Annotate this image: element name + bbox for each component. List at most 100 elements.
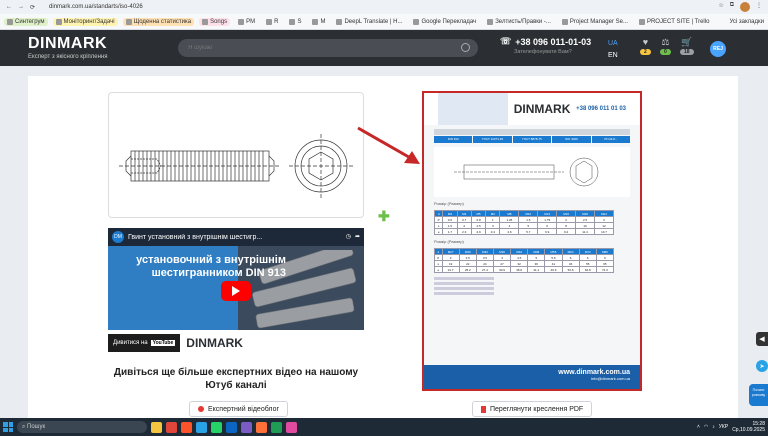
- bookmark-item[interactable]: PM: [235, 18, 258, 26]
- viber-icon[interactable]: [241, 421, 252, 433]
- side-widget-button[interactable]: ◀: [756, 332, 768, 346]
- search-icon[interactable]: [461, 43, 470, 52]
- windows-start-icon[interactable]: [3, 422, 13, 432]
- watch-on-youtube-button[interactable]: Дивитися на YouTube: [108, 334, 181, 352]
- profile-avatar[interactable]: [740, 2, 750, 12]
- bookmark-item[interactable]: Зелтисть/Правки -...: [484, 18, 554, 26]
- site-logo[interactable]: DINMARK Експерт з якісного кріплення: [28, 35, 108, 60]
- brave-icon[interactable]: [181, 421, 192, 433]
- play-button[interactable]: [221, 281, 251, 301]
- bookmark-favicon-icon: [638, 18, 645, 25]
- expert-videoblog-button[interactable]: Експертний відеоблог: [189, 401, 289, 417]
- chrome-icon[interactable]: [166, 421, 177, 433]
- youtube-logo: YouTube: [150, 340, 176, 346]
- channel-logo-icon[interactable]: DM: [112, 231, 124, 243]
- watch-on-text: Дивитися на: [113, 340, 148, 346]
- taskbar-search[interactable]: ⌕ Пошук: [17, 421, 147, 433]
- word-icon[interactable]: [226, 421, 237, 433]
- menu-icon[interactable]: ⋮: [756, 2, 762, 12]
- user-avatar[interactable]: REJ: [710, 41, 726, 57]
- watch-later-icon[interactable]: ◷: [346, 234, 351, 241]
- address-bar[interactable]: dinmark.com.ua/standarts/iso-4026: [49, 4, 143, 10]
- pdf-stripe: [438, 93, 508, 125]
- lang-ua[interactable]: UA: [608, 38, 618, 50]
- lang-en[interactable]: EN: [608, 50, 618, 62]
- bookmark-favicon-icon: [125, 18, 132, 25]
- back-icon[interactable]: ←: [6, 4, 12, 11]
- bookmark-label: S: [297, 18, 302, 25]
- bookmark-label: R: [274, 18, 279, 25]
- pdf-table-cell: 62.8: [578, 266, 597, 273]
- pdf-table-cell: 25.2: [458, 266, 477, 273]
- phone-text: +38 096 011-01-03: [515, 36, 592, 47]
- compare-count: 0: [660, 49, 671, 55]
- pdf-table-cell: 2.9: [470, 228, 487, 235]
- search-input[interactable]: [188, 45, 468, 51]
- compare-button[interactable]: ⚖ 0: [660, 38, 671, 55]
- whatsapp-icon[interactable]: [211, 421, 222, 433]
- bookmark-label: PM: [246, 18, 256, 25]
- video-title[interactable]: Гвинт установний з внутрішнім шестигр...: [128, 234, 342, 241]
- telegram-icon[interactable]: ➤: [756, 360, 768, 372]
- clock[interactable]: 15:28 Ср,10.09.2025: [732, 421, 765, 433]
- bookmark-item[interactable]: Cинтегрум: [4, 17, 48, 26]
- heart-icon: ♥: [642, 37, 649, 47]
- bookmark-item[interactable]: DeepL Translate | Н...: [333, 18, 405, 26]
- start-chat-widget[interactable]: Почати розмову: [749, 384, 768, 406]
- bookmark-item[interactable]: S: [286, 18, 304, 26]
- bookmark-favicon-icon: [561, 18, 568, 25]
- forward-icon[interactable]: →: [18, 4, 24, 11]
- wifi-icon[interactable]: ◠: [704, 424, 708, 430]
- clock-date: Ср,10.09.2025: [732, 427, 765, 433]
- view-pdf-button[interactable]: Переглянути креслення PDF: [472, 401, 593, 417]
- excel-icon[interactable]: [271, 421, 282, 433]
- firefox-icon[interactable]: [256, 421, 267, 433]
- system-tray: ˄ ◠ ♪ УКР 15:28 Ср,10.09.2025: [697, 421, 765, 433]
- bookmark-label: Cинтегрум: [15, 18, 45, 25]
- callback-link[interactable]: Зателефонувати Вам?: [514, 49, 591, 55]
- pdf-tab: PN-M-8...: [591, 136, 631, 143]
- bookmark-star-icon[interactable]: ☆: [718, 2, 723, 12]
- bookmark-label: M: [320, 18, 326, 25]
- favorites-button[interactable]: ♥ 2: [640, 38, 651, 55]
- pdf-table-cell: 2.3: [456, 228, 472, 235]
- bookmark-favicon-icon: [336, 18, 343, 25]
- app-icon[interactable]: [286, 421, 297, 433]
- pdf-drawing-preview[interactable]: DINMARK +38 096 011 01 03 DIN 913 ГОСТ 11…: [422, 91, 642, 391]
- phone-number[interactable]: ☏ +38 096 011-01-03: [500, 36, 591, 47]
- pdf-table-cell: 27.4: [475, 266, 494, 273]
- pdf-table-cell: 52.6: [561, 266, 580, 273]
- bookmark-item[interactable]: Щоденна статистика: [122, 17, 195, 26]
- bookmark-item[interactable]: Google Перекладач: [410, 18, 479, 26]
- video-title-bar: DM Гвинт установний з внутрішнім шестигр…: [108, 228, 364, 246]
- bookmark-item[interactable]: R: [263, 18, 281, 26]
- sound-icon[interactable]: ♪: [712, 424, 715, 430]
- bookmark-item[interactable]: Project Manager Se...: [559, 18, 631, 26]
- telegram-app-icon[interactable]: [196, 421, 207, 433]
- bookmark-item[interactable]: M: [309, 18, 328, 26]
- youtube-video-player[interactable]: DM Гвинт установний з внутрішнім шестигр…: [108, 228, 364, 356]
- keyboard-language[interactable]: УКР: [719, 424, 728, 430]
- share-icon[interactable]: ➦: [355, 234, 360, 241]
- pdf-footer: www.dinmark.com.ua info@dinmark.com.ua: [424, 365, 640, 389]
- bookmark-label: Щоденна статистика: [133, 18, 192, 25]
- cart-button[interactable]: 🛒 18: [680, 38, 694, 55]
- reload-icon[interactable]: ⟳: [30, 4, 35, 11]
- all-bookmarks-button[interactable]: Усі закладки: [729, 19, 764, 25]
- bookmark-label: Google Перекладач: [421, 18, 477, 25]
- file-explorer-icon[interactable]: [151, 421, 162, 433]
- pdf-phone: +38 096 011 01 03: [576, 106, 626, 112]
- tray-up-icon[interactable]: ˄: [697, 424, 700, 430]
- bookmark-item[interactable]: PROJECT SITE | Trello: [636, 18, 712, 26]
- bookmark-item[interactable]: Моніторинг/Задачі: [52, 17, 118, 26]
- pdf-table-cell: e: [433, 228, 444, 235]
- compare-icon: ⚖: [661, 37, 670, 47]
- pdf-table-cell: 5.7: [518, 228, 539, 235]
- chat-label: Почати розмову: [751, 388, 766, 397]
- bookmark-label: Project Manager Se...: [569, 18, 628, 25]
- pdf-table-cell: 30.9: [492, 266, 512, 273]
- technical-drawing-card: [108, 92, 364, 218]
- extensions-icon[interactable]: ⧉: [730, 2, 734, 12]
- cart-icon: 🛒: [681, 37, 693, 47]
- bookmark-item[interactable]: Songs: [199, 17, 231, 26]
